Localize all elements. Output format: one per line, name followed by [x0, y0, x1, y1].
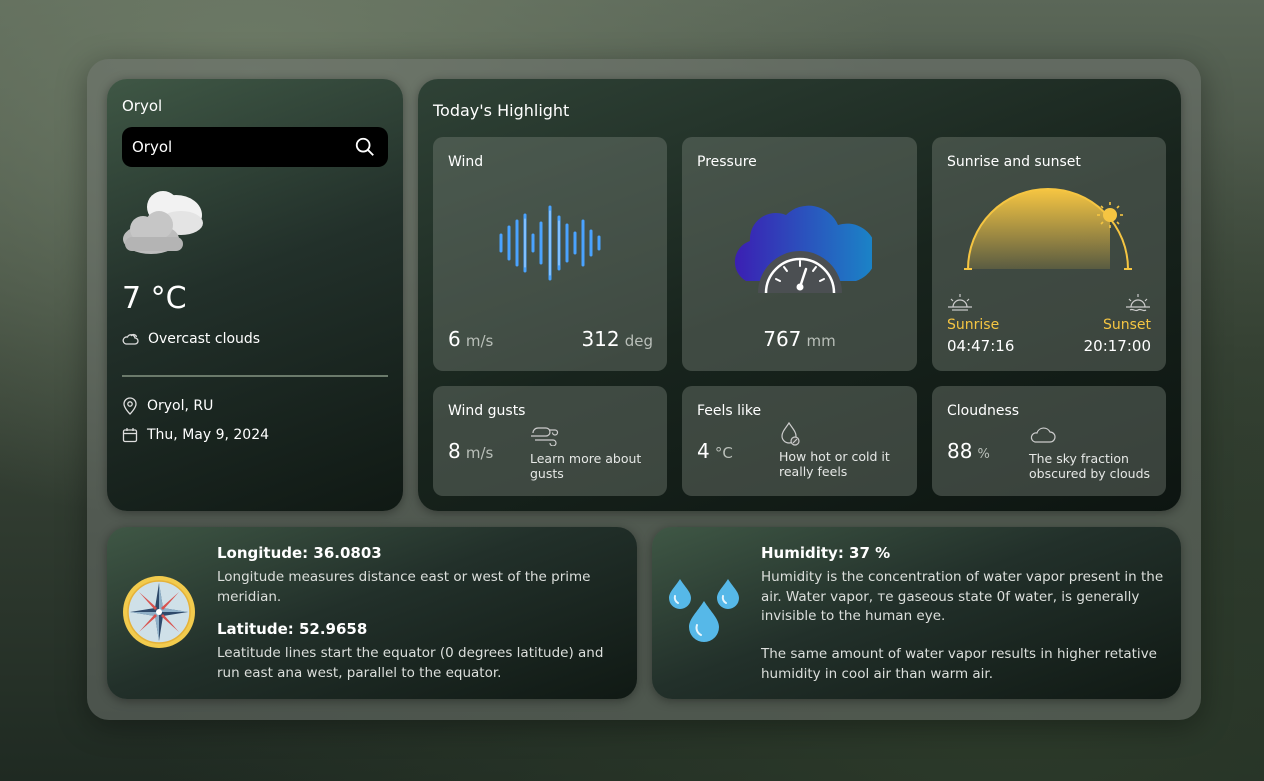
- humidity-heading: Humidity: 37 %: [761, 544, 891, 562]
- search-input[interactable]: [132, 138, 352, 156]
- highlights-panel: Today's Highlight Wind 6 m/s 312 deg Pre…: [418, 79, 1181, 511]
- humidity-text-2: The same amount of water vapor results i…: [761, 646, 1157, 682]
- gusts-value: 8 m/s: [448, 439, 494, 463]
- water-drops-icon: [669, 579, 739, 642]
- search-icon[interactable]: [354, 136, 376, 158]
- feels-desc: How hot or cold it really feels: [779, 449, 890, 479]
- latitude-heading: Latitude: 52.9658: [217, 620, 368, 638]
- gusts-title: Wind gusts: [448, 403, 526, 419]
- wind-gusts-card: Wind gusts 8 m/s Learn more about gusts: [433, 386, 667, 496]
- humidity-panel: Humidity: 37 % Humidity is the concentra…: [652, 527, 1181, 699]
- sunset-icon: [1126, 294, 1150, 312]
- thermo-drop-icon: [781, 421, 800, 446]
- feels-title: Feels like: [697, 403, 762, 419]
- condition-label: Overcast clouds: [148, 331, 261, 347]
- location-row: Oryol, RU: [122, 397, 213, 415]
- date-row: Thu, May 9, 2024: [122, 427, 269, 443]
- pressure-card: Pressure 767 mm: [682, 137, 917, 371]
- cloudness-value: 88 %: [947, 439, 990, 463]
- temperature-value: 7 °C: [122, 281, 187, 316]
- sunset-time: 20:17:00: [1083, 337, 1151, 355]
- compass-icon: [123, 576, 195, 648]
- humidity-text-1: Humidity is the concentration of water v…: [761, 569, 1164, 624]
- current-weather-panel: Oryol 7 °C Overcast clouds Oryol, RU: [107, 79, 403, 511]
- sun-card: Sunrise and sunset Sunrise 04:47:16 Suns…: [932, 137, 1166, 371]
- overcast-cloud-icon: [123, 191, 203, 254]
- location-label: Oryol, RU: [147, 398, 214, 414]
- sunset-label: Sunset: [1102, 317, 1151, 333]
- highlights-title: Today's Highlight: [433, 101, 570, 120]
- cloudness-desc: The sky fraction obscured by clouds: [1029, 451, 1151, 481]
- wind-direction: 312 deg: [581, 327, 653, 351]
- weather-condition: Overcast clouds: [122, 331, 260, 347]
- sunrise-label: Sunrise: [947, 317, 1000, 333]
- calendar-icon: [122, 428, 138, 443]
- coordinates-panel: Longitude: 36.0803 Longitude measures di…: [107, 527, 637, 699]
- cloud-outline-icon: [122, 333, 139, 345]
- wind-title: Wind: [448, 154, 484, 170]
- city-title: Oryol: [122, 97, 163, 115]
- cloudness-card: Cloudness 88 % The sky fraction obscured…: [932, 386, 1166, 496]
- search-bar[interactable]: [122, 127, 388, 167]
- wind-gust-icon: [531, 427, 559, 446]
- sound-wave-icon: [499, 205, 601, 281]
- sun-arc-icon: [964, 188, 1132, 270]
- pressure-title: Pressure: [697, 154, 757, 170]
- location-pin-icon: [123, 397, 137, 415]
- longitude-heading: Longitude: 36.0803: [217, 544, 382, 562]
- wind-card: Wind 6 m/s 312 deg: [433, 137, 667, 371]
- cloud-icon: [1030, 427, 1056, 443]
- feels-like-card: Feels like 4 °C How hot or cold it reall…: [682, 386, 917, 496]
- pressure-value: 767 mm: [763, 327, 836, 351]
- wind-speed: 6 m/s: [448, 327, 494, 351]
- divider: [122, 375, 388, 377]
- sunrise-time: 04:47:16: [947, 337, 1015, 355]
- sun-title: Sunrise and sunset: [947, 154, 1081, 170]
- longitude-text: Longitude measures distance east or west…: [217, 569, 591, 605]
- feels-value: 4 °C: [697, 439, 733, 463]
- latitude-text: Leatitude lines start the equator (0 deg…: [217, 645, 604, 681]
- cloudness-title: Cloudness: [947, 403, 1020, 419]
- pressure-gauge-cloud-icon: [734, 205, 872, 293]
- gusts-link[interactable]: Learn more about gusts: [530, 451, 655, 481]
- date-label: Thu, May 9, 2024: [147, 427, 270, 443]
- sunrise-icon: [948, 294, 972, 311]
